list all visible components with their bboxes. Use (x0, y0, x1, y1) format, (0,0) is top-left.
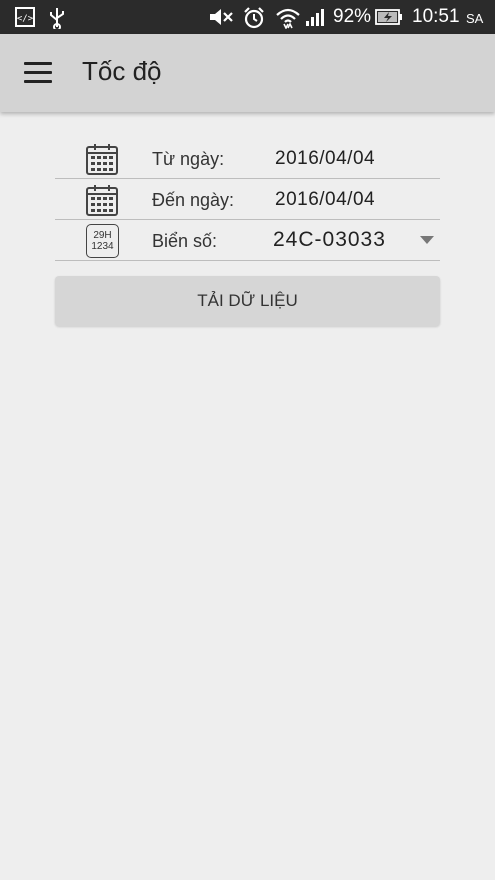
svg-text:</>: </> (17, 14, 34, 24)
wifi-icon (276, 8, 300, 29)
plate-icon-line2: 1234 (91, 241, 114, 252)
menu-icon[interactable] (24, 62, 52, 84)
calendar-icon (86, 144, 118, 175)
from-date-label: Từ ngày: (152, 149, 225, 169)
signal-icon (306, 9, 324, 26)
battery-charging-icon (375, 9, 402, 25)
from-date-value[interactable]: 2016/04/04 (275, 148, 375, 170)
dropdown-arrow-icon[interactable] (420, 236, 434, 244)
mute-icon (210, 9, 233, 25)
clock-ampm: SA (466, 11, 484, 26)
calendar-icon (86, 185, 118, 216)
speed-query-form: Từ ngày: 2016/04/04 Đến ngày: 2016/04/04… (55, 138, 440, 261)
page-title: Tốc độ (82, 56, 162, 86)
battery-percent: 92% (333, 6, 372, 27)
plate-row[interactable]: 29H 1234 Biển số: 24C-03033 (55, 220, 440, 261)
status-bar: </> 92% 10:51 SA (0, 0, 495, 34)
developer-icon: </> (15, 7, 35, 27)
clock-time: 10:51 (412, 6, 460, 27)
plate-label: Biển số: (152, 231, 218, 251)
alarm-icon (244, 7, 264, 29)
plate-select-value[interactable]: 24C-03033 (273, 228, 386, 252)
license-plate-icon: 29H 1234 (86, 224, 119, 258)
usb-icon (50, 8, 64, 29)
app-bar: Tốc độ (0, 34, 495, 112)
plate-icon-line1: 29H (93, 230, 112, 241)
load-data-button[interactable]: TẢI DỮ LIỆU (55, 276, 440, 326)
from-date-row[interactable]: Từ ngày: 2016/04/04 (55, 138, 440, 179)
to-date-value[interactable]: 2016/04/04 (275, 189, 375, 211)
to-date-row[interactable]: Đến ngày: 2016/04/04 (55, 179, 440, 220)
to-date-label: Đến ngày: (152, 190, 235, 210)
